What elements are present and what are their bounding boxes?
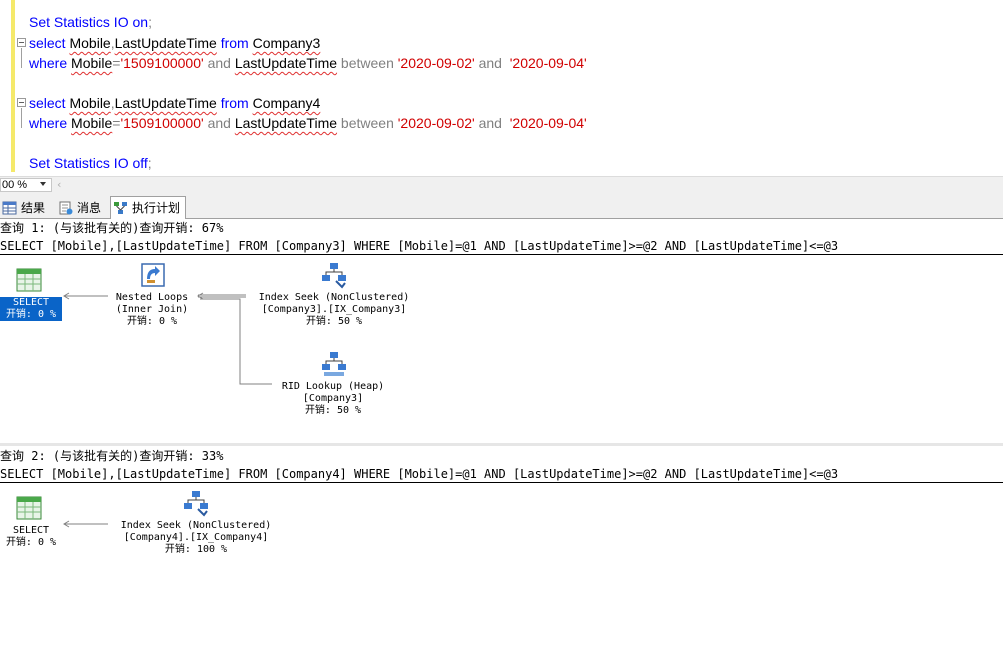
fold-toggle-2[interactable]	[17, 98, 26, 107]
punct: ;	[147, 155, 152, 171]
node-sub: (Inner Join)	[115, 304, 189, 315]
node-sub: [Company3]	[302, 393, 364, 404]
tab-results[interactable]: 结果	[0, 197, 50, 219]
operator: and	[478, 115, 502, 131]
string-literal: '1509100000'	[120, 55, 204, 71]
keyword: from	[220, 35, 249, 51]
nested-loops-icon[interactable]	[139, 261, 167, 289]
code-line-6: where Mobile='1509100000' and LastUpdate…	[29, 113, 587, 133]
keyword: where	[29, 115, 68, 131]
operator: between	[340, 115, 394, 131]
identifier: Mobile	[71, 115, 113, 131]
node-name: Index Seek (NonClustered)	[258, 292, 410, 303]
node-cost: 开销: 0 %	[5, 537, 57, 548]
node-name: Index Seek (NonClustered)	[120, 520, 272, 531]
keyword: select	[29, 95, 66, 111]
keyword: where	[29, 55, 68, 71]
identifier: LastUpdateTime	[114, 35, 217, 51]
rid-lookup-icon[interactable]	[320, 350, 348, 378]
keyword: select	[29, 35, 66, 51]
code-line-1: Set Statistics IO on;	[29, 12, 152, 32]
string-literal: '2020-09-04'	[509, 55, 587, 71]
message-icon	[59, 201, 73, 215]
operator: and	[207, 115, 231, 131]
code-line-2: select Mobile,LastUpdateTime from Compan…	[29, 33, 320, 53]
query-2-cost-line: 查询 2: (与该批有关的)查询开销: 33%	[0, 449, 224, 463]
string-literal: '2020-09-02'	[397, 55, 475, 71]
identifier: Mobile	[69, 35, 111, 51]
tab-messages[interactable]: 消息	[56, 197, 106, 219]
tab-label: 结果	[21, 201, 46, 215]
identifier: LastUpdateTime	[234, 55, 338, 71]
node-cost: 开销: 0 %	[5, 309, 57, 320]
identifier: Company3	[252, 35, 321, 51]
connector-nested-to-select	[63, 292, 108, 300]
sql-editor[interactable]: Set Statistics IO on; select Mobile,Last…	[0, 0, 1003, 176]
scroll-left-icon[interactable]: ‹	[57, 178, 61, 191]
operator: between	[340, 55, 394, 71]
results-tabbar: 结果 消息 执行计划	[0, 193, 1003, 220]
node-name: Nested Loops	[115, 292, 189, 303]
index-seek-icon[interactable]	[320, 261, 348, 289]
select-icon[interactable]	[16, 495, 44, 523]
connector-seek-to-nested	[197, 292, 246, 300]
operator: and	[207, 55, 231, 71]
code-line-5: select Mobile,LastUpdateTime from Compan…	[29, 93, 320, 113]
select-icon[interactable]	[16, 267, 44, 295]
string-literal: '1509100000'	[120, 115, 204, 131]
identifier: LastUpdateTime	[114, 95, 217, 111]
node-sub: [Company3].[IX_Company3]	[261, 304, 407, 315]
nested-loops-node-label[interactable]: Nested Loops (Inner Join) 开销: 0 %	[106, 292, 198, 328]
string-literal: '2020-09-04'	[509, 115, 587, 131]
rid-lookup-node-label[interactable]: RID Lookup (Heap) [Company3] 开销: 50 %	[266, 381, 400, 417]
index-seek-node-label[interactable]: Index Seek (NonClustered) [Company3].[IX_…	[244, 292, 424, 328]
operator: and	[478, 55, 502, 71]
punct: ;	[148, 14, 152, 30]
execution-plan-pane[interactable]: 查询 1: (与该批有关的)查询开销: 67% SELECT [Mobile],…	[0, 219, 1003, 657]
fold-line-2	[21, 108, 22, 128]
index-seek-icon[interactable]	[182, 489, 210, 517]
node-cost: 开销: 100 %	[164, 544, 228, 555]
node-sub: [Company4].[IX_Company4]	[123, 532, 269, 543]
change-margin	[11, 0, 15, 172]
tab-execution-plan[interactable]: 执行计划	[110, 196, 187, 220]
code-line-3: where Mobile='1509100000' and LastUpdate…	[29, 53, 587, 73]
zoom-value: 00 %	[2, 179, 28, 191]
string-literal: '2020-09-02'	[397, 115, 475, 131]
query-separator	[0, 443, 1003, 446]
node-cost: 开销: 50 %	[305, 316, 363, 327]
index-seek-node-label[interactable]: Index Seek (NonClustered) [Company4].[IX_…	[104, 520, 288, 556]
node-cost: 开销: 0 %	[126, 316, 178, 327]
select-node-label[interactable]: SELECT 开销: 0 %	[0, 297, 62, 321]
identifier: LastUpdateTime	[234, 115, 338, 131]
query-2-sql: SELECT [Mobile],[LastUpdateTime] FROM [C…	[0, 465, 1003, 483]
code-line-8: Set Statistics IO off;	[29, 153, 152, 173]
identifier: Company4	[252, 95, 321, 111]
keyword: from	[220, 95, 249, 111]
identifier: Mobile	[69, 95, 111, 111]
node-name: RID Lookup (Heap)	[281, 381, 385, 392]
select-node-label[interactable]: SELECT 开销: 0 %	[0, 525, 62, 549]
keyword: Set Statistics IO on	[29, 14, 149, 30]
query-2-header: 查询 2: (与该批有关的)查询开销: 33% SELECT [Mobile],…	[0, 447, 1003, 483]
chevron-down-icon[interactable]	[40, 182, 46, 186]
tab-label: 执行计划	[132, 201, 181, 215]
identifier: Mobile	[71, 55, 113, 71]
connector-seek2-to-select	[63, 520, 108, 528]
keyword: Set Statistics IO off	[29, 155, 148, 171]
fold-line-1	[21, 48, 22, 68]
tab-label: 消息	[77, 201, 102, 215]
fold-toggle-1[interactable]	[17, 38, 26, 47]
node-name: SELECT	[12, 297, 50, 308]
zoom-bar: 00 % ‹	[0, 176, 1003, 193]
node-cost: 开销: 50 %	[304, 405, 362, 416]
grid-icon	[2, 201, 17, 215]
node-name: SELECT	[12, 525, 50, 536]
execution-plan-icon	[114, 202, 127, 214]
